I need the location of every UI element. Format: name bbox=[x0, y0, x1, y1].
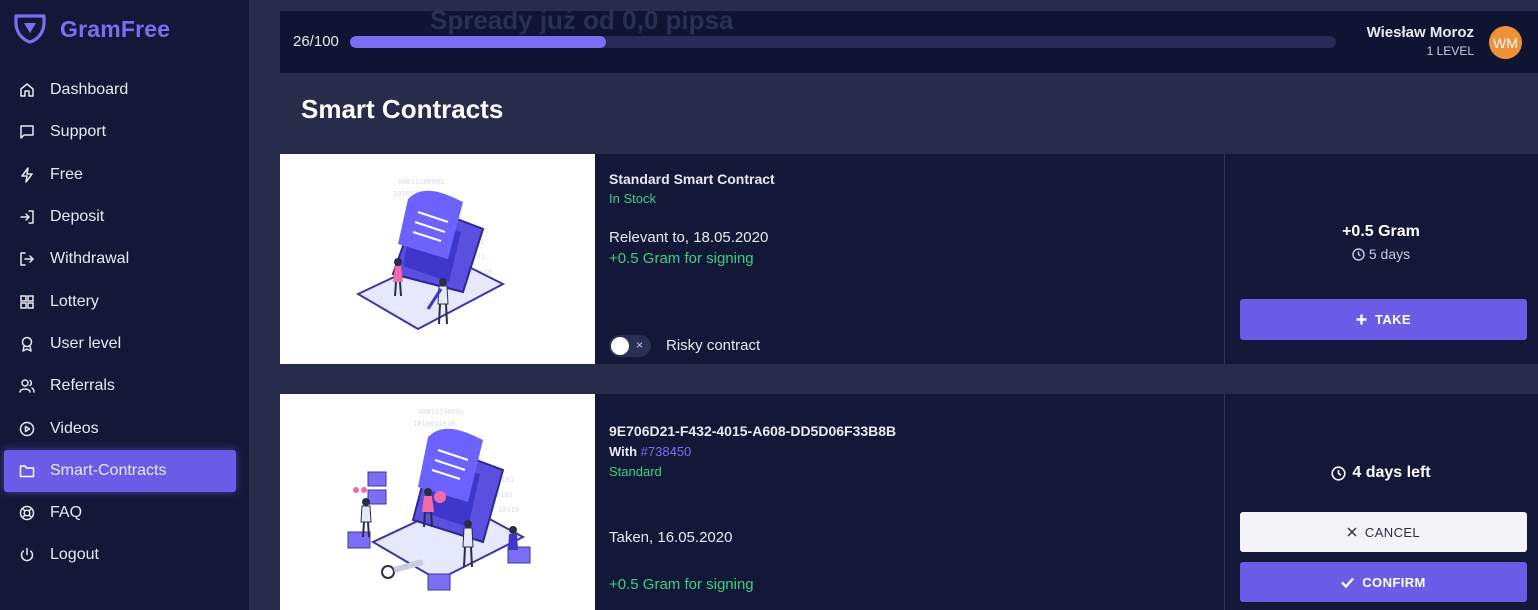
sidebar-item-dashboard[interactable]: Dashboard bbox=[4, 69, 236, 111]
confirm-button[interactable]: CONFIRM bbox=[1240, 562, 1527, 602]
contract-illustration: 00011100001101001101010101010110110 bbox=[280, 394, 595, 610]
users-icon bbox=[18, 377, 36, 395]
sidebar-item-support[interactable]: Support bbox=[4, 111, 236, 153]
grid-icon bbox=[18, 293, 36, 311]
svg-text:10110: 10110 bbox=[498, 506, 519, 514]
svg-text:0101: 0101 bbox=[496, 491, 513, 499]
chat-icon bbox=[18, 123, 36, 141]
duration: 5 days bbox=[1224, 246, 1538, 262]
cancel-button[interactable]: CANCEL bbox=[1240, 512, 1527, 552]
contract-with: With #738450 bbox=[609, 444, 691, 459]
play-circle-icon bbox=[18, 420, 36, 438]
cancel-button-label: CANCEL bbox=[1364, 524, 1421, 540]
sidebar-item-label: Videos bbox=[50, 419, 99, 437]
sidebar-item-withdrawal[interactable]: Withdrawal bbox=[4, 238, 236, 280]
sidebar-item-label: Lottery bbox=[50, 292, 99, 310]
sidebar-item-label: Support bbox=[50, 123, 107, 141]
sidebar-item-faq[interactable]: FAQ bbox=[4, 492, 236, 534]
clock-icon bbox=[1352, 247, 1365, 261]
logo-icon bbox=[14, 14, 46, 44]
login-icon bbox=[18, 208, 36, 226]
sidebar-item-label: User level bbox=[50, 334, 122, 352]
power-icon bbox=[18, 546, 36, 564]
laptop-contract-illustration: 00011100001101001101010101010110110 bbox=[347, 408, 530, 591]
toggle-off-icon: × bbox=[636, 338, 644, 352]
contract-card: 00011100001101001101010101010110110 Stan… bbox=[280, 154, 1538, 364]
sidebar-item-label: Free bbox=[50, 165, 83, 183]
close-icon bbox=[1347, 527, 1357, 537]
lifebuoy-icon bbox=[18, 504, 36, 522]
sidebar-item-label: Dashboard bbox=[50, 81, 129, 99]
with-label: With bbox=[609, 444, 638, 459]
home-icon bbox=[18, 81, 36, 99]
sidebar-item-user-level[interactable]: User level bbox=[4, 323, 236, 365]
top-bar: Spready już od 0,0 pipsa 26/100 Wiesław … bbox=[280, 5, 1538, 73]
time-left-text: 4 days left bbox=[1352, 464, 1431, 481]
page-title: Smart Contracts bbox=[301, 94, 504, 124]
banner-background-text: Spready już od 0,0 pipsa bbox=[430, 5, 734, 35]
logout-arrow-icon bbox=[18, 250, 36, 268]
reward-amount: +0.5 Gram bbox=[1342, 223, 1420, 240]
sidebar-item-videos[interactable]: Videos bbox=[4, 407, 236, 449]
svg-text:1010011010: 1010011010 bbox=[413, 420, 455, 428]
sidebar-item-smart-contracts[interactable]: Smart-Contracts bbox=[4, 449, 236, 492]
confirm-button-label: CONFIRM bbox=[1362, 574, 1426, 590]
sidebar-item-referrals[interactable]: Referrals bbox=[4, 365, 236, 407]
brand[interactable]: GramFree bbox=[14, 14, 170, 44]
laptop-contract-illustration: 00011100001101001101010101010110110 bbox=[355, 178, 505, 331]
user-level: 1 LEVEL bbox=[1426, 44, 1474, 58]
sidebar-nav: Dashboard Support Free Deposit Withdrawa… bbox=[4, 69, 236, 577]
contract-id: 9E706D21-F432-4015-A608-DD5D06F33B8B bbox=[609, 423, 897, 439]
card-divider bbox=[1224, 394, 1225, 610]
risky-contract-label: Risky contract bbox=[666, 337, 761, 354]
sidebar-item-logout[interactable]: Logout bbox=[4, 534, 236, 576]
contract-type: Standard bbox=[609, 464, 662, 479]
folder-icon bbox=[18, 462, 36, 480]
contract-card: 00011100001 1010011010 10101 0101 10110 9E70… bbox=[280, 394, 1538, 610]
svg-text:00011100001: 00011100001 bbox=[398, 178, 444, 186]
sidebar-item-free[interactable]: Free bbox=[4, 154, 236, 196]
sidebar-item-label: Withdrawal bbox=[50, 250, 130, 268]
contract-title: Standard Smart Contract bbox=[609, 171, 775, 187]
sidebar-item-deposit[interactable]: Deposit bbox=[4, 196, 236, 238]
progress-fill bbox=[350, 36, 607, 48]
sidebar-item-label: Deposit bbox=[50, 208, 105, 226]
clock-icon bbox=[1331, 465, 1346, 481]
sidebar-item-label: Referrals bbox=[50, 377, 115, 395]
risky-contract-toggle[interactable]: × bbox=[609, 335, 651, 357]
progress-bar bbox=[350, 36, 1336, 48]
relevant-date: Relevant to, 18.05.2020 bbox=[609, 229, 769, 246]
sidebar-item-label: Smart-Contracts bbox=[50, 461, 167, 479]
contract-illustration: 00011100001101001101010101010110110 bbox=[280, 154, 595, 364]
lightning-icon bbox=[18, 166, 36, 184]
stock-status: In Stock bbox=[609, 191, 656, 206]
duration-text: 5 days bbox=[1368, 246, 1411, 262]
take-button-label: TAKE bbox=[1374, 312, 1412, 327]
user-name[interactable]: Wiesław Moroz bbox=[1367, 24, 1474, 41]
sidebar-item-label: Logout bbox=[50, 546, 99, 564]
avatar[interactable]: WM bbox=[1489, 26, 1522, 59]
taken-date: Taken, 16.05.2020 bbox=[609, 529, 733, 546]
sidebar-item-lottery[interactable]: Lottery bbox=[4, 280, 236, 322]
take-button[interactable]: TAKE bbox=[1240, 299, 1527, 340]
with-ref-link[interactable]: #738450 bbox=[641, 444, 692, 459]
time-left: 4 days left bbox=[1224, 464, 1538, 482]
reward-text: +0.5 Gram for signing bbox=[609, 250, 754, 267]
brand-name: GramFree bbox=[60, 15, 171, 42]
sidebar-item-label: FAQ bbox=[50, 504, 83, 522]
toggle-knob bbox=[611, 337, 629, 355]
award-icon bbox=[18, 335, 36, 353]
svg-text:00011100001: 00011100001 bbox=[418, 408, 464, 416]
check-icon bbox=[1341, 577, 1355, 588]
sidebar: GramFree Dashboard Support Free Deposit … bbox=[0, 0, 249, 610]
reward-text: +0.5 Gram for signing bbox=[609, 576, 754, 593]
progress-label: 26/100 bbox=[293, 33, 339, 50]
plus-icon bbox=[1356, 314, 1367, 325]
